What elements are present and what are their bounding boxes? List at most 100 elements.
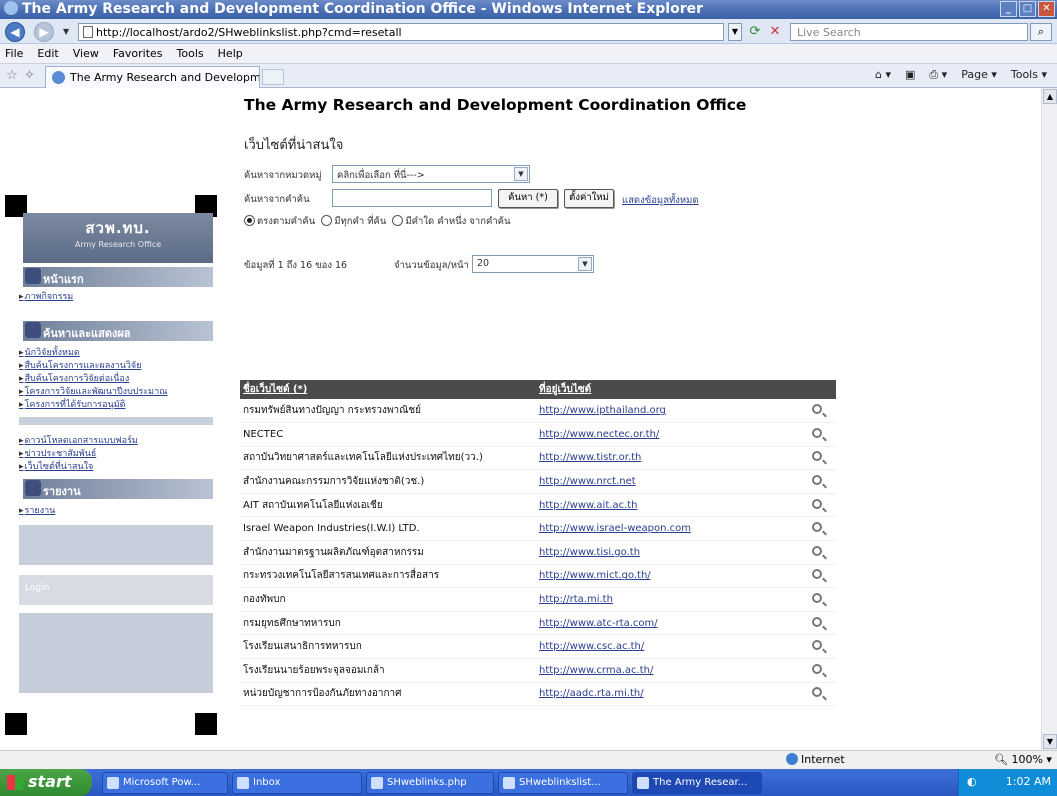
magnifier-icon[interactable]: [812, 427, 822, 438]
taskbar-item[interactable]: SHweblinks.php: [366, 772, 494, 794]
site-url-link[interactable]: http://www.nrct.net: [536, 469, 798, 494]
search-icon[interactable]: ⌕: [1030, 23, 1052, 41]
add-favorites-icon[interactable]: ✧: [24, 68, 35, 83]
zoom-level[interactable]: 🔍︎ 100% ▾: [994, 753, 1052, 766]
start-button[interactable]: start: [0, 769, 92, 796]
close-button[interactable]: ✕: [1038, 1, 1055, 17]
taskbar-item[interactable]: Inbox: [232, 772, 362, 794]
menu-favorites[interactable]: Favorites: [113, 47, 163, 63]
site-url-link[interactable]: http://www.crma.ac.th/: [536, 658, 798, 683]
chevron-down-icon: ▼: [514, 167, 528, 181]
taskbar-item[interactable]: SHweblinkslist...: [498, 772, 628, 794]
category-select[interactable]: คลิกเพื่อเลือก ที่นี่---> ▼: [332, 165, 530, 183]
site-url-link[interactable]: http://www.tistr.or.th: [536, 446, 798, 471]
system-tray: ◐ 1:02 AM: [958, 769, 1057, 796]
radio-any-word[interactable]: [392, 215, 404, 226]
magnifier-icon[interactable]: [812, 404, 822, 415]
site-url-link[interactable]: http://www.tisi.go.th: [536, 540, 798, 565]
magnifier-icon[interactable]: [812, 663, 822, 674]
show-all-link[interactable]: แสดงข้อมูลทั้งหมด: [622, 193, 699, 208]
left-menu-link-news[interactable]: ข่าวประชาสัมพันธ์: [19, 446, 97, 460]
new-tab-button[interactable]: [262, 69, 284, 85]
site-url-link[interactable]: http://rta.mi.th: [536, 587, 798, 612]
site-url-link[interactable]: http://www.ait.ac.th: [536, 493, 798, 518]
forward-button[interactable]: ▶: [34, 22, 54, 42]
magnifier-icon[interactable]: [812, 451, 822, 462]
table-row: AIT สถาบันเทคโนโลยีแห่งเอเชีย http://www.…: [240, 493, 836, 518]
magnifier-icon[interactable]: [812, 687, 822, 698]
window-title: The Army Research and Development Coordi…: [22, 1, 703, 17]
search-input[interactable]: Live Search: [790, 23, 1028, 41]
magnifier-icon[interactable]: [812, 616, 822, 627]
print-icon[interactable]: ⎙ ▾: [929, 68, 947, 82]
scroll-up-icon[interactable]: ▲: [1043, 89, 1057, 104]
site-url-link[interactable]: http://www.ipthailand.org: [536, 399, 798, 424]
address-dropdown-icon[interactable]: ▼: [728, 23, 742, 41]
left-menu-section-search-label: ค้นหาและแสดงผล: [43, 327, 131, 340]
vertical-scrollbar[interactable]: ▲ ▼: [1041, 88, 1057, 750]
site-url-link[interactable]: http://www.israel-weapon.com: [536, 516, 798, 542]
radio-exact[interactable]: [244, 215, 255, 226]
magnifier-icon[interactable]: [812, 522, 822, 533]
table-row: หน่วยบัญชาการป้องกันภัยทางอากาศ http://aa…: [240, 682, 836, 707]
left-menu-link-budget[interactable]: โครงการวิจัยและพัฒนาปีงบประมาณ: [19, 384, 168, 398]
radio-all-words[interactable]: [321, 215, 333, 226]
site-name-cell: สำนักงานคณะกรรมการวิจัยแห่งชาติ(วช.): [240, 469, 536, 494]
site-url-link[interactable]: http://www.atc-rta.com/: [536, 611, 798, 636]
globe-icon: [786, 753, 798, 765]
left-menu-link-approved[interactable]: โครงการที่ได้รับการอนุมัติ: [19, 397, 126, 411]
address-field[interactable]: http://localhost/ardo2/SHweblinkslist.ph…: [78, 23, 724, 41]
favorites-star-icon[interactable]: ☆: [6, 68, 18, 83]
left-menu-login[interactable]: Login: [25, 583, 49, 593]
tray-icon[interactable]: ◐: [967, 775, 977, 788]
left-menu-home[interactable]: หน้าแรก: [23, 267, 213, 287]
site-url-link[interactable]: http://www.nectec.or.th/: [536, 422, 798, 447]
left-menu-link-websites[interactable]: เว็บไซต์ที่น่าสนใจ: [19, 459, 94, 473]
search-button[interactable]: ค้นหา (*): [498, 189, 558, 208]
magnifier-icon[interactable]: [812, 475, 822, 486]
left-menu-link-download[interactable]: ดาวน์โหลดเอกสารแบบฟอร์ม: [19, 433, 138, 447]
menu-tools[interactable]: Tools: [177, 47, 204, 63]
left-menu-link-researchers[interactable]: นักวิจัยทั้งหมด: [19, 345, 80, 359]
keyword-input[interactable]: [332, 189, 492, 207]
zoom-value: 100%: [1011, 753, 1043, 766]
magnifier-icon[interactable]: [812, 498, 822, 509]
tools-menu[interactable]: Tools ▾: [1011, 68, 1047, 82]
menu-edit[interactable]: Edit: [37, 47, 58, 63]
feeds-icon[interactable]: ▣: [905, 68, 915, 82]
menu-view[interactable]: View: [73, 47, 99, 63]
maximize-button[interactable]: □: [1019, 1, 1036, 17]
menu-help[interactable]: Help: [218, 47, 243, 63]
stop-icon[interactable]: ✕: [766, 23, 784, 41]
tab-ie-icon: [52, 71, 65, 84]
left-menu-link-gallery[interactable]: ภาพกิจกรรม: [19, 289, 74, 303]
taskbar-item[interactable]: Microsoft Pow...: [102, 772, 228, 794]
minimize-button[interactable]: _: [1000, 1, 1017, 17]
home-icon[interactable]: ⌂ ▾: [875, 68, 891, 82]
left-menu-link-projects[interactable]: สืบค้นโครงการและผลงานวิจัย: [19, 358, 142, 372]
per-page-select[interactable]: 20 ▼: [472, 255, 594, 273]
magnifier-icon[interactable]: [812, 640, 822, 651]
weblinks-table: ชื่อเว็บไซต์ (*) ที่อยู่เว็บไซต์ กรมทรัพ…: [240, 380, 836, 707]
site-url-link[interactable]: http://www.mict.go.th/: [536, 564, 798, 589]
sort-by-name-link[interactable]: ชื่อเว็บไซต์ (*): [243, 384, 307, 395]
magnifier-icon[interactable]: [812, 593, 822, 604]
page-menu[interactable]: Page ▾: [961, 68, 997, 82]
category-select-value: คลิกเพื่อเลือก ที่นี่--->: [337, 170, 425, 181]
history-dropdown-icon[interactable]: ▼: [63, 27, 69, 36]
left-menu-link-report[interactable]: รายงาน: [19, 503, 56, 517]
menu-file[interactable]: File: [5, 47, 23, 63]
reset-button[interactable]: ตั้งค่าใหม่: [564, 189, 614, 208]
tab-active[interactable]: The Army Research and Development Coordi…: [45, 66, 260, 88]
magnifier-icon[interactable]: [812, 569, 822, 580]
magnifier-icon[interactable]: [812, 545, 822, 556]
taskbar-item-active[interactable]: The Army Resear...: [632, 772, 762, 794]
back-button[interactable]: ◀: [5, 22, 25, 42]
site-url-link[interactable]: http://www.csc.ac.th/: [536, 634, 798, 660]
scroll-down-icon[interactable]: ▼: [1043, 734, 1057, 749]
site-url-link[interactable]: http://aadc.rta.mi.th/: [536, 682, 798, 707]
left-menu-link-continuing[interactable]: สืบค้นโครงการวิจัยต่อเนื่อง: [19, 371, 130, 385]
sort-by-url-link[interactable]: ที่อยู่เว็บไซต์: [539, 384, 591, 395]
refresh-icon[interactable]: ⟳: [746, 23, 764, 41]
left-menu-footer: [19, 613, 213, 693]
